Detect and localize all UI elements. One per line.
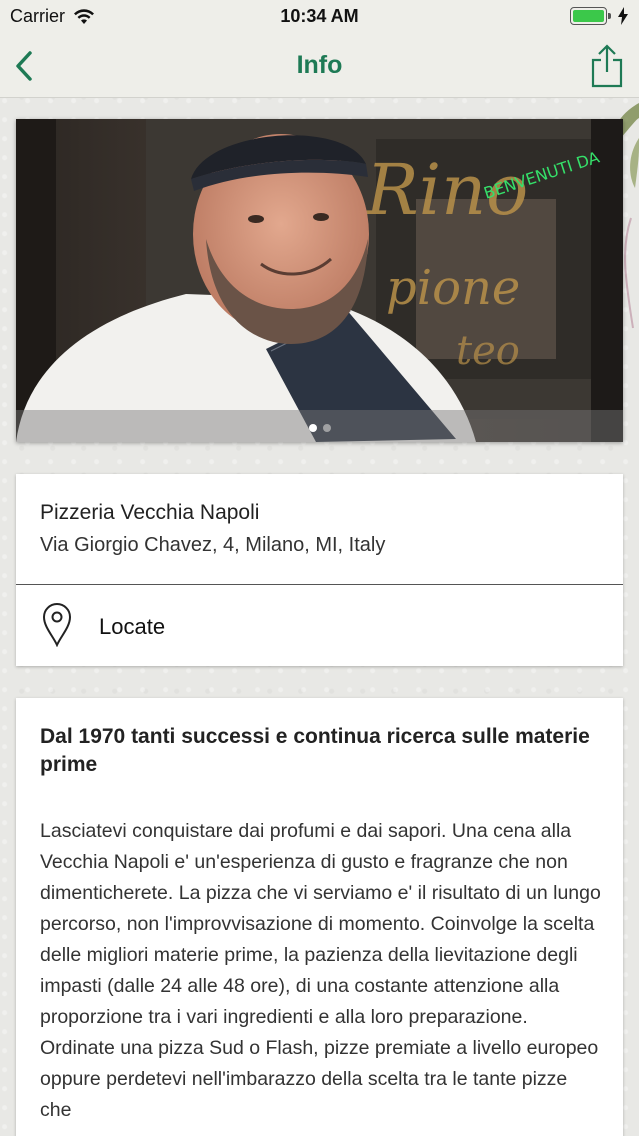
status-bar: Carrier 10:34 AM xyxy=(0,0,639,34)
bolt-icon xyxy=(618,7,628,25)
nav-bar: Info xyxy=(0,34,639,98)
page-indicator xyxy=(16,424,623,432)
page-dot-2[interactable] xyxy=(322,424,331,432)
screen: Carrier 10:34 AM Info Rino pione teo BEN… xyxy=(0,0,639,1136)
battery-level xyxy=(573,10,604,22)
map-pin-icon xyxy=(42,603,72,647)
description-title: Dal 1970 tanti successi e continua ricer… xyxy=(40,725,590,776)
restaurant-photo: Rino pione teo BENVENUTI DA xyxy=(16,119,623,442)
photo-gallery[interactable]: Rino pione teo BENVENUTI DA xyxy=(16,119,623,442)
status-right xyxy=(570,7,629,25)
place-name: Pizzeria Vecchia Napoli xyxy=(40,501,260,524)
place-address: Via Giorgio Chavez, 4, Milano, MI, Italy xyxy=(40,534,386,556)
description-body: Lasciatevi conquistare dai profumi e dai… xyxy=(40,820,601,1121)
svg-text:pione: pione xyxy=(386,260,520,316)
status-time: 10:34 AM xyxy=(280,6,359,26)
share-icon[interactable] xyxy=(587,42,627,90)
page-dot-1[interactable] xyxy=(308,424,317,432)
svg-text:teo: teo xyxy=(456,328,520,374)
locate-label: Locate xyxy=(99,614,166,639)
description-card: Dal 1970 tanti successi e continua ricer… xyxy=(16,698,623,1136)
page-title: Info xyxy=(296,51,343,79)
address-card: Pizzeria Vecchia Napoli Via Giorgio Chav… xyxy=(16,474,623,666)
battery-icon xyxy=(570,7,611,25)
locate-button[interactable]: Locate xyxy=(16,585,623,666)
